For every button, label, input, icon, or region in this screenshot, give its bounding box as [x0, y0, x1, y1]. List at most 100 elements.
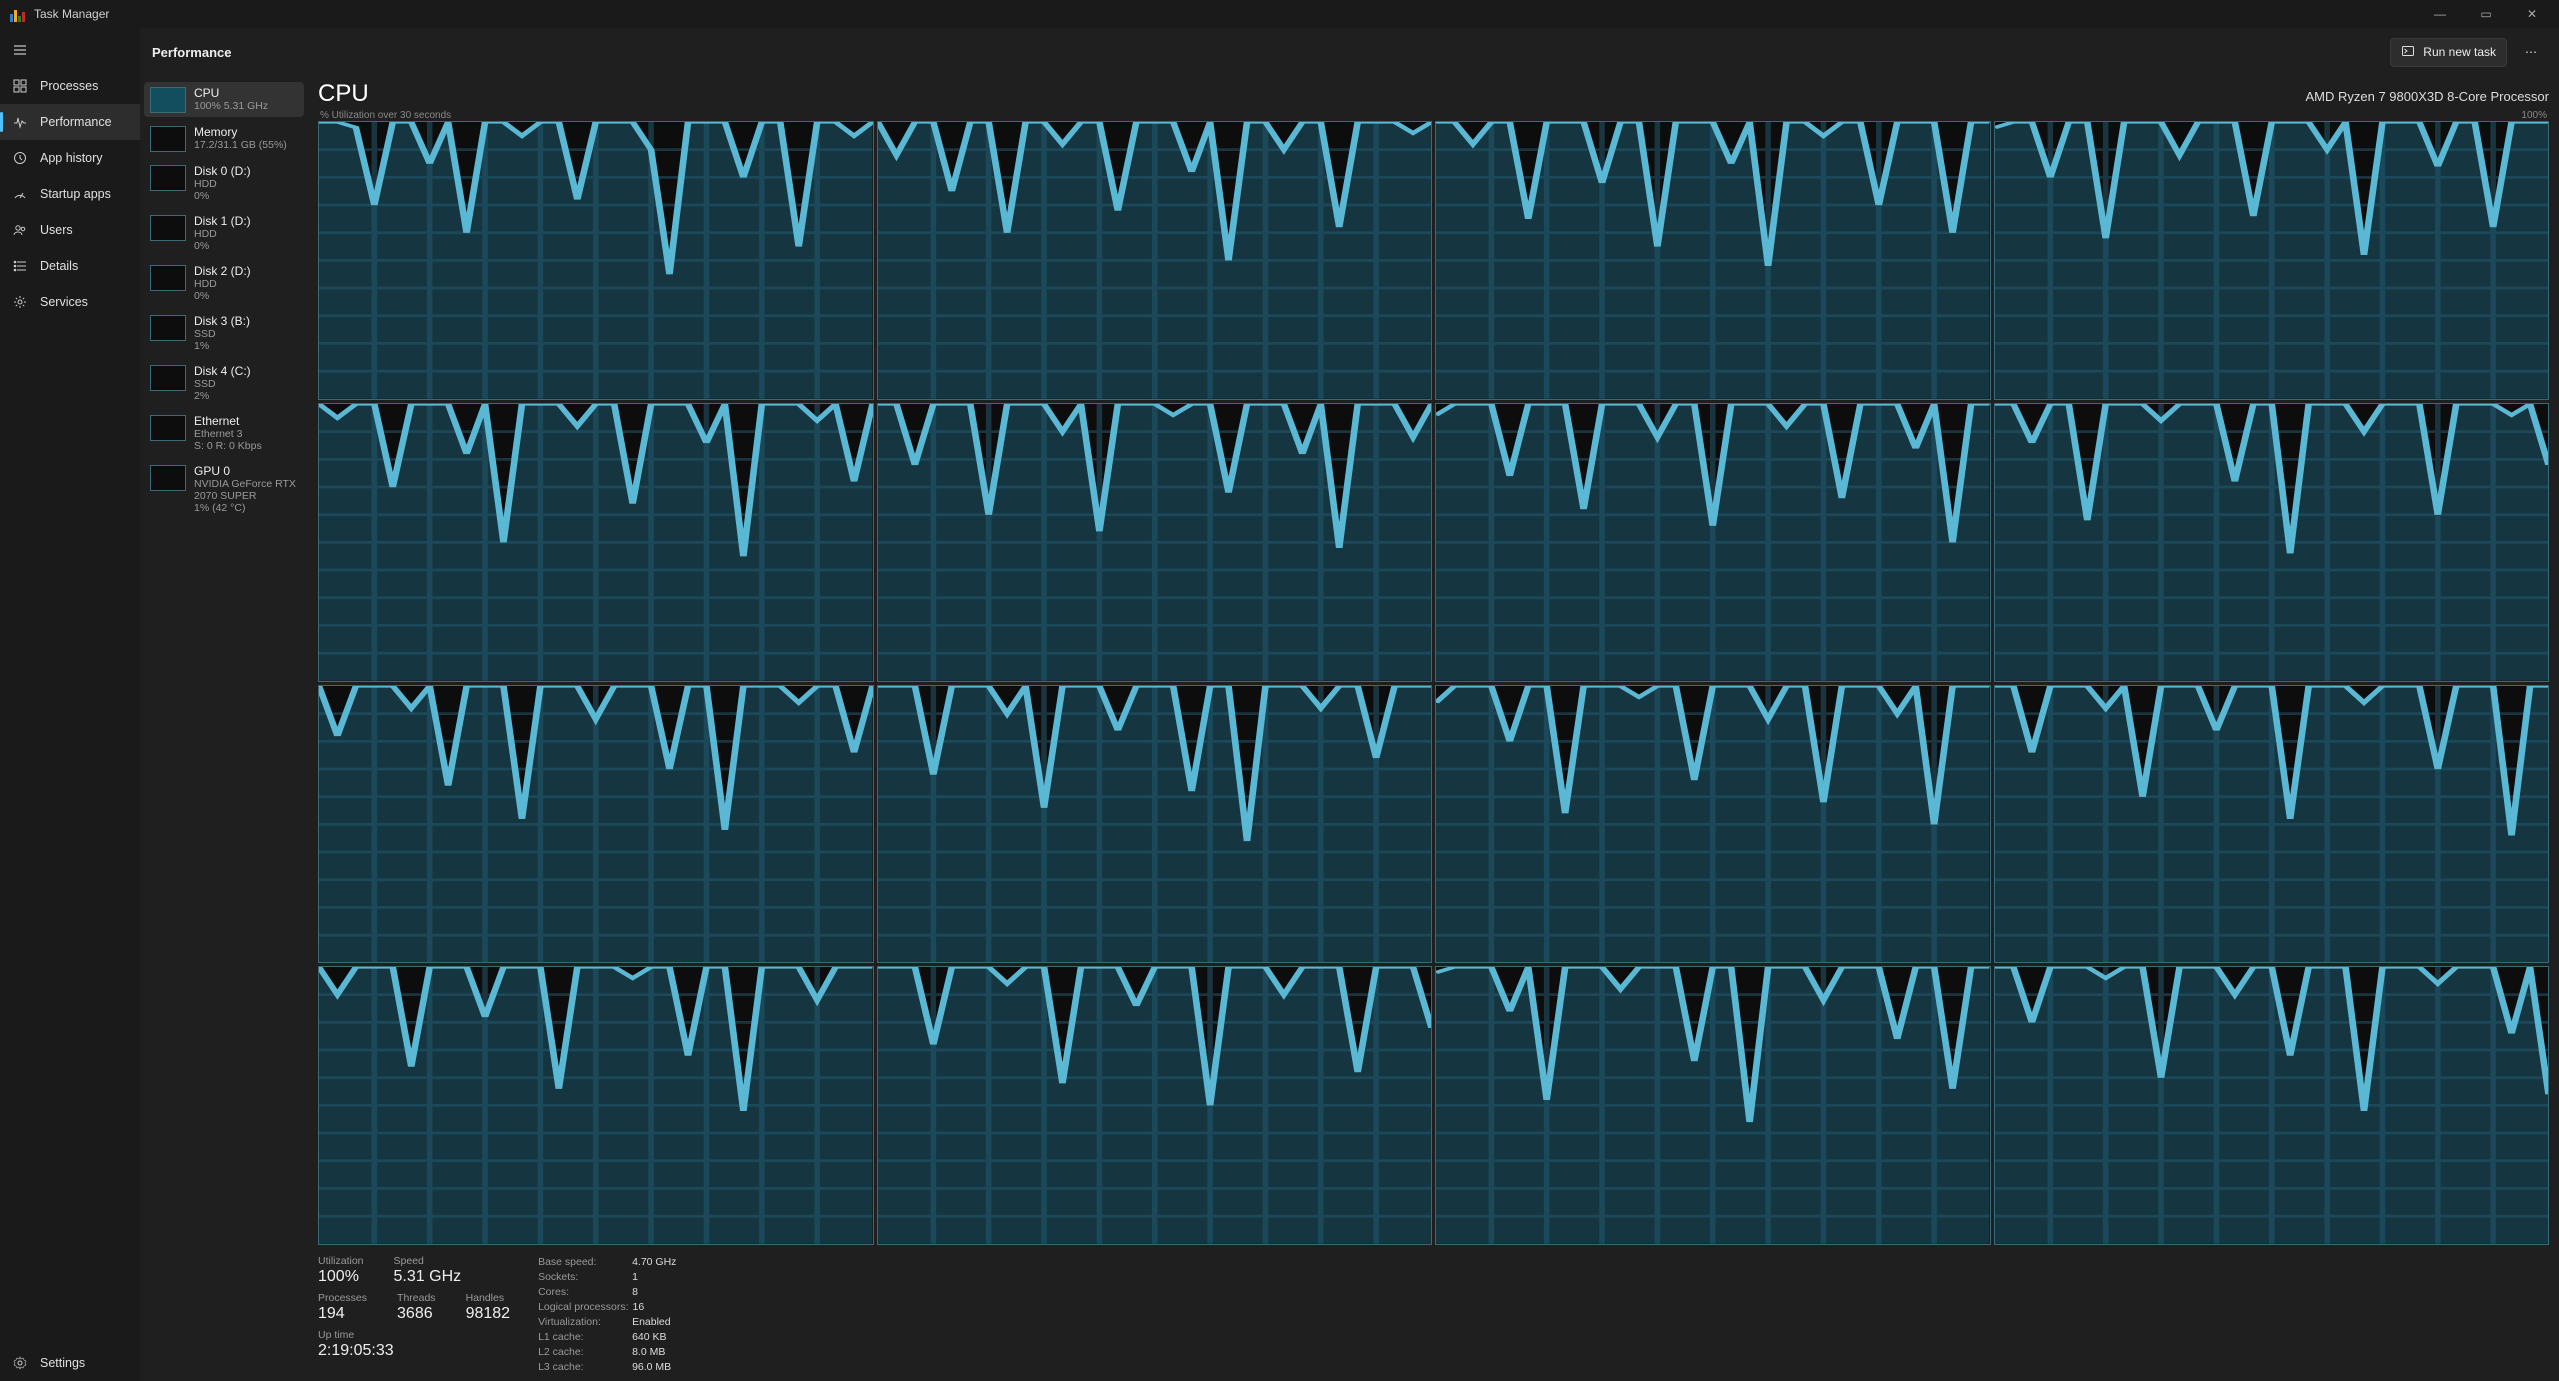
handles-value: 98182: [466, 1305, 511, 1323]
nav-item-settings[interactable]: Settings: [0, 1345, 140, 1381]
spec-value: 16: [633, 1300, 645, 1315]
core-graph-15[interactable]: [1994, 966, 2550, 1245]
core-graph-0[interactable]: [318, 121, 874, 400]
nav-item-app-history[interactable]: App history: [0, 140, 140, 176]
resource-thumb-icon: [150, 265, 186, 291]
resource-item-disk2[interactable]: Disk 2 (D:)HDD0%: [144, 260, 304, 306]
core-graph-11[interactable]: [1994, 685, 2550, 964]
core-graph-6[interactable]: [1435, 403, 1991, 682]
resource-thumb-icon: [150, 87, 186, 113]
more-icon: ⋯: [2525, 45, 2537, 59]
cpu-detail: CPU AMD Ryzen 7 9800X3D 8-Core Processor…: [308, 76, 2559, 1381]
resource-sub2: S: 0 R: 0 Kbps: [194, 440, 262, 452]
core-graph-3[interactable]: [1994, 121, 2550, 400]
resource-thumb-icon: [150, 465, 186, 491]
spec-key: L1 cache:: [538, 1330, 628, 1345]
resource-sub2: 1% (42 °C): [194, 502, 298, 514]
nav-item-performance[interactable]: Performance: [0, 104, 140, 140]
detail-title: CPU: [318, 80, 369, 108]
resource-sub2: 0%: [194, 290, 251, 302]
minimize-button[interactable]: —: [2417, 0, 2463, 28]
spec-value: Enabled: [632, 1315, 671, 1330]
cpu-model-name: AMD Ryzen 7 9800X3D 8-Core Processor: [2306, 89, 2550, 104]
spec-value: 8: [632, 1285, 638, 1300]
spec-value: 640 KB: [632, 1330, 666, 1345]
core-graph-2[interactable]: [1435, 121, 1991, 400]
toolbar: Performance Run new task ⋯: [140, 28, 2559, 76]
history-icon: [12, 150, 28, 166]
spec-value: 8.0 MB: [632, 1345, 665, 1360]
resource-sub: NVIDIA GeForce RTX 2070 SUPER: [194, 478, 298, 502]
spec-value: 96.0 MB: [632, 1360, 671, 1375]
resource-title: CPU: [194, 86, 268, 100]
core-graph-9[interactable]: [877, 685, 1433, 964]
nav-item-users[interactable]: Users: [0, 212, 140, 248]
titlebar: Task Manager — ▭ ✕: [0, 0, 2559, 28]
spec-row: Base speed:4.70 GHz: [538, 1255, 676, 1270]
more-button[interactable]: ⋯: [2515, 37, 2547, 67]
resource-item-disk3[interactable]: Disk 3 (B:)SSD1%: [144, 310, 304, 356]
resource-item-gpu0[interactable]: GPU 0NVIDIA GeForce RTX 2070 SUPER1% (42…: [144, 460, 304, 518]
nav-item-startup[interactable]: Startup apps: [0, 176, 140, 212]
settings-icon: [12, 1355, 28, 1371]
resource-item-disk0[interactable]: Disk 0 (D:)HDD0%: [144, 160, 304, 206]
uptime-value: 2:19:05:33: [318, 1342, 510, 1360]
nav-label: Users: [40, 223, 73, 237]
nav-label: Services: [40, 295, 88, 309]
nav-label: Settings: [40, 1356, 85, 1370]
run-new-task-button[interactable]: Run new task: [2390, 38, 2507, 67]
spec-row: Logical processors:16: [538, 1300, 676, 1315]
spec-row: Virtualization:Enabled: [538, 1315, 676, 1330]
resource-sub2: 2%: [194, 390, 251, 402]
cpu-stats: Utilization 100% Speed 5.31 GHz Processe…: [318, 1245, 2549, 1375]
core-graph-1[interactable]: [877, 121, 1433, 400]
core-graph-5[interactable]: [877, 403, 1433, 682]
pulse-icon: [12, 114, 28, 130]
resource-sub: Ethernet 3: [194, 428, 262, 440]
maximize-button[interactable]: ▭: [2463, 0, 2509, 28]
core-graph-10[interactable]: [1435, 685, 1991, 964]
core-graph-7[interactable]: [1994, 403, 2550, 682]
core-graph-4[interactable]: [318, 403, 874, 682]
run-label: Run new task: [2423, 45, 2496, 59]
resource-item-disk4[interactable]: Disk 4 (C:)SSD2%: [144, 360, 304, 406]
resource-sub: SSD: [194, 328, 250, 340]
spec-key: Sockets:: [538, 1270, 628, 1285]
axis-left-label: % Utilization over 30 seconds: [320, 110, 451, 121]
nav-item-details[interactable]: Details: [0, 248, 140, 284]
close-button[interactable]: ✕: [2509, 0, 2555, 28]
spec-key: L3 cache:: [538, 1360, 628, 1375]
core-graph-8[interactable]: [318, 685, 874, 964]
resource-item-memory[interactable]: Memory17.2/31.1 GB (55%): [144, 121, 304, 156]
resource-thumb-icon: [150, 365, 186, 391]
resource-title: Disk 1 (D:): [194, 214, 251, 228]
resource-thumb-icon: [150, 165, 186, 191]
spec-row: L1 cache: 640 KB: [538, 1330, 676, 1345]
resource-item-cpu[interactable]: CPU100% 5.31 GHz: [144, 82, 304, 117]
nav-sidebar: Processes Performance App history Startu…: [0, 28, 140, 1381]
resource-sub: HDD: [194, 228, 251, 240]
resource-title: Ethernet: [194, 414, 262, 428]
utilization-value: 100%: [318, 1268, 364, 1286]
nav-item-services[interactable]: Services: [0, 284, 140, 320]
resource-sub: HDD: [194, 278, 251, 290]
resource-item-ethernet[interactable]: EthernetEthernet 3S: 0 R: 0 Kbps: [144, 410, 304, 456]
nav-item-processes[interactable]: Processes: [0, 68, 140, 104]
speed-value: 5.31 GHz: [394, 1268, 462, 1286]
core-graph-14[interactable]: [1435, 966, 1991, 1245]
resource-title: GPU 0: [194, 464, 298, 478]
core-graph-grid[interactable]: [318, 121, 2549, 1245]
resource-title: Disk 3 (B:): [194, 314, 250, 328]
core-graph-13[interactable]: [877, 966, 1433, 1245]
hamburger-button[interactable]: [0, 32, 140, 68]
speed-label: Speed: [394, 1255, 462, 1267]
users-icon: [12, 222, 28, 238]
resource-thumb-icon: [150, 415, 186, 441]
run-icon: [2401, 44, 2415, 61]
spec-key: Base speed:: [538, 1255, 628, 1270]
spec-key: L2 cache:: [538, 1345, 628, 1360]
gauge-icon: [12, 186, 28, 202]
core-graph-12[interactable]: [318, 966, 874, 1245]
resource-item-disk1[interactable]: Disk 1 (D:)HDD0%: [144, 210, 304, 256]
processes-label: Processes: [318, 1292, 367, 1304]
